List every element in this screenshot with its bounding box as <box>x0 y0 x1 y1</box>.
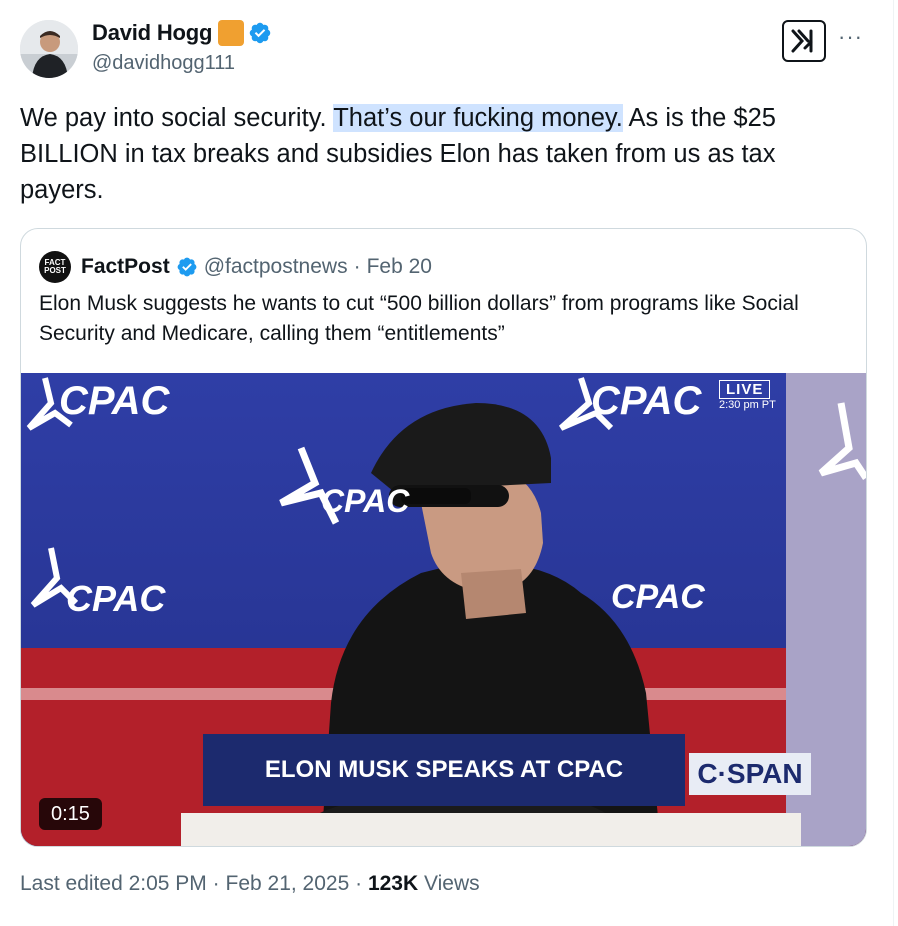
video-player[interactable]: CPAC CPAC CPAC CPAC CPAC LIVE 2:30 pm PT… <box>21 373 866 846</box>
grok-button[interactable] <box>782 20 826 62</box>
views-label: Views <box>424 872 480 895</box>
cpac-logo-text: CPAC <box>66 578 166 619</box>
network-logo: C·SPAN <box>689 753 811 795</box>
tweet-footer: Last edited 2:05 PM · Feb 21, 2025 · 123… <box>20 872 480 896</box>
quoted-tweet-text: Elon Musk suggests he wants to cut “500 … <box>39 292 799 345</box>
cpac-logo-text: CPAC <box>591 379 702 423</box>
video-chyron: ELON MUSK SPEAKS AT CPAC <box>203 734 685 806</box>
quoted-avatar-text-bottom: POST <box>44 266 66 275</box>
live-time: 2:30 pm PT <box>719 399 776 411</box>
author-display-name[interactable]: David Hogg <box>92 20 212 46</box>
tweet-text-selected: That’s our fucking money. <box>333 104 623 132</box>
quoted-author-name[interactable]: FactPost <box>81 255 170 279</box>
quoted-tweet-header: FACT POST FactPost @factpostnews · Feb 2… <box>39 251 432 283</box>
tweet-text-before: We pay into social security. <box>20 104 334 132</box>
verified-badge-icon <box>177 257 197 277</box>
author-handle[interactable]: @davidhogg111 <box>92 52 235 75</box>
orange-square-badge-icon <box>218 20 245 46</box>
live-label: LIVE <box>719 380 771 399</box>
grok-icon <box>791 29 813 53</box>
tweet-text: We pay into social security. That’s our … <box>20 100 840 208</box>
quoted-avatar[interactable]: FACT POST <box>39 251 71 283</box>
quoted-tweet-card[interactable]: FACT POST FactPost @factpostnews · Feb 2… <box>20 228 867 847</box>
tweet-date[interactable]: Feb 21, 2025 <box>226 872 350 895</box>
views-count[interactable]: 123K <box>368 872 418 895</box>
footer-separator: · <box>212 872 220 895</box>
quoted-author-handle[interactable]: @factpostnews <box>204 255 348 279</box>
quoted-date[interactable]: Feb 20 <box>367 255 432 279</box>
verified-badge-icon <box>249 22 271 44</box>
more-options-icon[interactable]: ··· <box>838 26 863 48</box>
tweet-time[interactable]: 2:05 PM <box>129 872 207 895</box>
footer-separator: · <box>355 872 363 895</box>
cpac-logo-text: CPAC <box>321 483 410 519</box>
meta-separator: · <box>353 255 361 278</box>
edited-label[interactable]: Last edited <box>20 872 123 895</box>
column-divider <box>893 0 894 926</box>
cpac-logo-text: CPAC <box>59 379 170 423</box>
live-indicator: LIVE 2:30 pm PT <box>719 380 791 416</box>
cpac-logo-text: CPAC <box>611 578 705 616</box>
video-duration: 0:15 <box>39 798 102 830</box>
author-name-row: David Hogg <box>92 20 272 46</box>
avatar[interactable] <box>20 20 78 78</box>
